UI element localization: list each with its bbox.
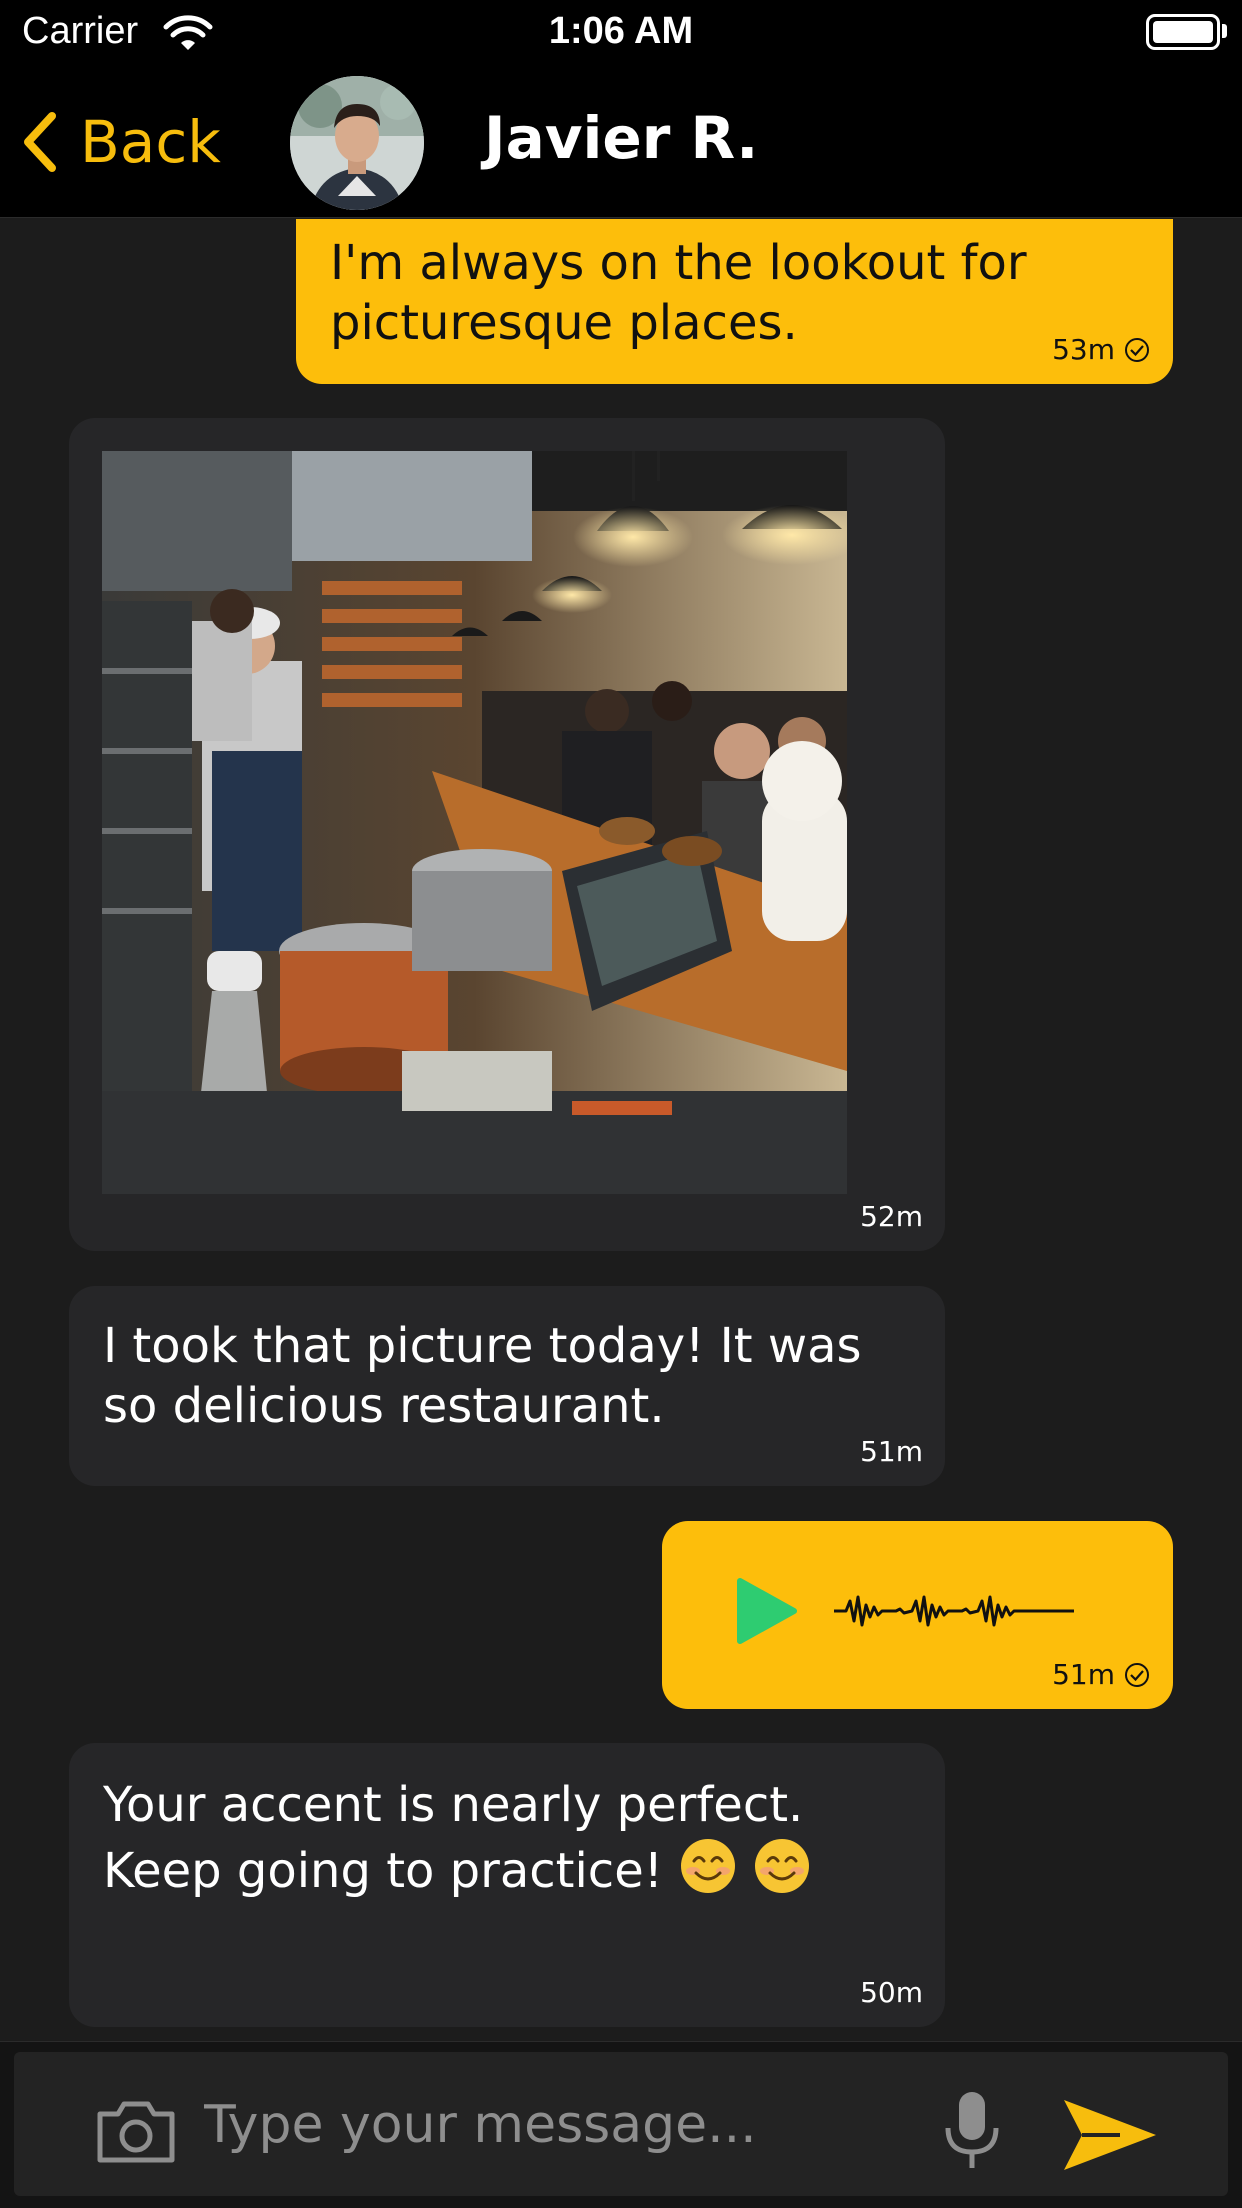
message-list[interactable]: I'm always on the lookout for picturesqu…: [0, 219, 1242, 2041]
message-meta: 51m: [1052, 1658, 1151, 1691]
message-meta: 53m: [1052, 333, 1151, 366]
avatar[interactable]: [290, 76, 424, 210]
send-icon[interactable]: [1060, 2096, 1160, 2174]
battery-icon: [1146, 14, 1220, 50]
message-input[interactable]: [204, 2080, 904, 2170]
play-icon[interactable]: [734, 1575, 798, 1647]
waveform-icon: [834, 1595, 1074, 1627]
status-bar: Carrier 1:06 AM: [0, 0, 1242, 70]
smiling-face-emoji-icon: [754, 1839, 809, 1893]
microphone-icon[interactable]: [942, 2088, 1002, 2172]
clock: 1:06 AM: [548, 10, 694, 52]
contact-name: Javier R.: [484, 104, 759, 172]
camera-icon[interactable]: [94, 2096, 178, 2166]
message-bubble-incoming[interactable]: Your accent is nearly perfect. Keep goin…: [69, 1743, 945, 2027]
message-time: 51m: [1052, 1658, 1115, 1691]
back-button[interactable]: Back: [20, 106, 221, 178]
message-bubble-outgoing-voice[interactable]: 51m: [662, 1521, 1173, 1709]
composer-box: [14, 2052, 1228, 2196]
message-time: 51m: [860, 1435, 923, 1468]
avatar-photo: [290, 76, 424, 210]
restaurant-kitchen-photo[interactable]: [102, 451, 847, 1194]
message-meta: 51m: [860, 1435, 923, 1468]
message-bubble-outgoing[interactable]: I'm always on the lookout for picturesqu…: [296, 219, 1173, 384]
message-text: I'm always on the lookout for picturesqu…: [330, 235, 1027, 351]
back-label: Back: [80, 108, 221, 176]
chevron-left-icon: [24, 112, 56, 172]
message-time: 50m: [860, 1976, 923, 2009]
message-time: 52m: [860, 1200, 923, 1233]
message-bubble-incoming[interactable]: I took that picture today! It was so del…: [69, 1286, 945, 1486]
smiling-face-emoji-icon: [680, 1839, 735, 1893]
read-check-icon: [1125, 337, 1149, 362]
message-composer: [0, 2041, 1242, 2208]
message-bubble-incoming-image[interactable]: 52m: [69, 418, 945, 1251]
message-meta: 52m: [860, 1200, 923, 1233]
read-check-icon: [1125, 1662, 1149, 1687]
message-text: I took that picture today! It was so del…: [103, 1318, 862, 1434]
battery-tip: [1222, 24, 1227, 38]
chat-header: Back Javier R.: [0, 70, 1242, 218]
message-time: 53m: [1052, 333, 1115, 366]
message-text-wrap: Your accent is nearly perfect. Keep goin…: [103, 1773, 863, 1903]
message-meta: 50m: [860, 1976, 923, 2009]
